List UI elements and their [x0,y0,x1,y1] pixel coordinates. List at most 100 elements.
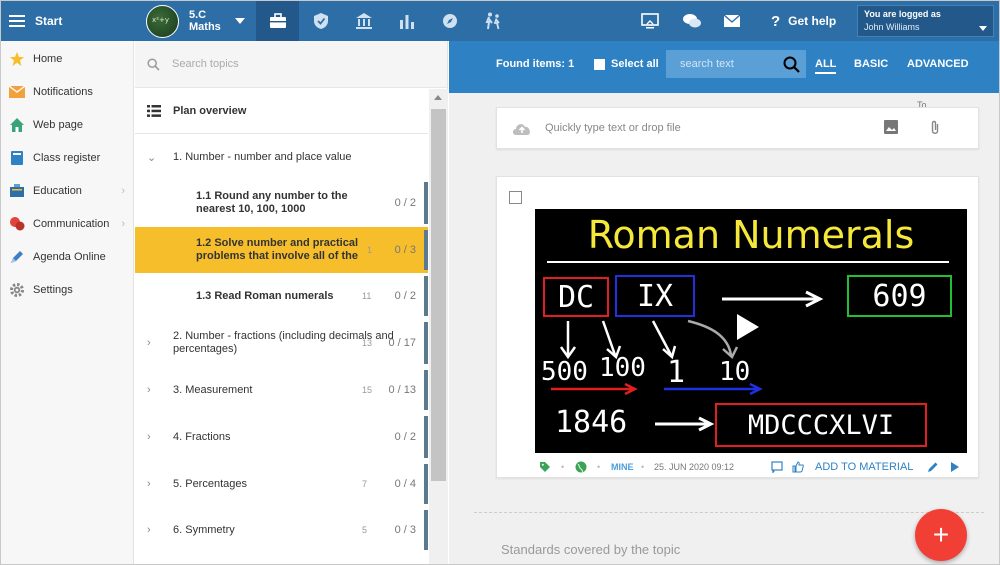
topic-row[interactable]: › 4. Fractions 0 / 2 [135,413,428,461]
nav-item-class-register[interactable]: Class register [1,141,133,174]
star-icon [9,51,25,67]
video-divider [547,261,949,263]
nav-label: Settings [33,283,73,296]
left-nav: Home Notifications Web page Class regist… [1,41,134,564]
search-placeholder: search text [680,58,734,70]
topic-search-input[interactable]: Search topics [135,41,447,88]
chevron-right-icon: › [147,384,151,396]
start-button[interactable]: Start [1,1,136,41]
nav-item-settings[interactable]: Settings [1,273,133,306]
video-title: Roman Numerals [587,213,915,257]
topic-count: 11 [362,291,372,301]
briefcase-tab[interactable] [256,1,299,41]
list-icon [147,104,161,117]
search-icon[interactable] [783,56,800,73]
mail-button[interactable] [723,1,741,41]
shield-tab[interactable] [299,1,342,41]
class-selector[interactable]: x²+y 5.C Maths [146,4,245,38]
nav-label: Home [33,52,63,65]
scroll-up-arrow-icon[interactable] [434,95,442,100]
play-small-icon[interactable] [950,461,960,473]
image-icon[interactable] [884,120,898,134]
start-label: Start [35,14,63,28]
select-all-checkbox[interactable]: Select all [594,58,659,70]
paperclip-icon[interactable] [930,120,940,136]
filter-advanced-tab[interactable]: ADVANCED [907,58,969,70]
messages-button[interactable] [682,1,702,41]
book-icon [9,150,25,166]
scrollbar-thumb[interactable] [431,109,446,481]
students-tab[interactable] [471,1,514,41]
chat-icon [9,216,25,232]
nav-item-communication[interactable]: Communication › [1,207,133,240]
topic-ratio: 0 / 2 [394,290,416,302]
filter-all-tab[interactable]: ALL [815,58,837,74]
subtopic-row-selected[interactable]: 1.2 Solve number and practical problems … [135,227,428,273]
topic-row[interactable]: › 5. Percentages 7 0 / 4 [135,461,428,507]
class-name-line2: Maths [189,21,221,33]
chevron-right-icon: › [147,431,151,443]
material-search-input[interactable]: search text [666,50,806,78]
topic-title: 6. Symmetry [173,523,235,536]
roman-box-ix: IX [615,275,695,317]
play-icon[interactable] [737,314,759,340]
topic-progress-bar [424,510,428,550]
separator-dot: • [561,462,565,472]
compass-tab[interactable] [428,1,471,41]
thumbs-up-icon[interactable] [792,461,804,473]
separator-dot: • [641,462,645,472]
topic-title: 1.3 Read Roman numerals [196,289,334,302]
nav-label: Class register [33,151,101,164]
plan-overview-button[interactable]: Plan overview [135,88,428,134]
nav-item-education[interactable]: Education › [1,174,133,207]
topic-row[interactable]: › 6. Symmetry 5 0 / 3 [135,507,428,553]
present-button[interactable] [641,1,659,41]
roman-box-dc: DC [543,277,609,317]
cast-screen-icon [641,13,659,29]
add-to-material-button[interactable]: ADD TO MATERIAL [815,461,913,473]
subtopic-row[interactable]: 1.1 Round any number to the nearest 10, … [135,179,428,227]
globe-icon[interactable] [575,461,587,473]
edit-pencil-icon[interactable] [927,461,939,473]
video-player[interactable]: Roman Numerals DC IX 609 500 100 1 10 18… [535,209,967,453]
nav-item-agenda-online[interactable]: Agenda Online [1,240,133,273]
question-icon: ? [771,12,781,30]
nav-label: Agenda Online [33,250,106,263]
subtopic-row[interactable]: 1.3 Read Roman numerals 11 0 / 2 [135,273,428,319]
add-fab-button[interactable]: + [915,509,967,561]
cast-icon[interactable] [771,461,783,473]
user-menu[interactable]: You are logged as John Williams [857,5,994,37]
select-all-label: Select all [611,58,659,70]
institution-tab[interactable] [342,1,385,41]
help-button[interactable]: ? Get help [771,1,836,41]
nav-item-notifications[interactable]: Notifications [1,75,133,108]
topic-row[interactable]: › 2. Number - fractions (including decim… [135,319,428,367]
nav-item-web-page[interactable]: Web page [1,108,133,141]
shield-icon [313,13,328,29]
tag-icon[interactable] [539,461,551,473]
material-checkbox[interactable] [509,191,522,204]
topic-count: 1 [367,245,373,255]
standards-heading: Standards covered by the topic [501,542,681,557]
statistics-tab[interactable] [385,1,428,41]
class-name: 5.C Maths [189,9,221,33]
topic-ratio: 0 / 13 [388,384,416,396]
topic-progress-bar [424,322,428,364]
owner-label: MINE [611,462,634,472]
nav-item-home[interactable]: Home [1,42,133,75]
topic-title: 5. Percentages [173,477,247,490]
gear-icon [9,282,25,298]
bank-icon [355,13,372,29]
value-100: 100 [599,353,646,383]
topic-row[interactable]: ⌄ 1. Number - number and place value [135,135,428,179]
topics-scrollbar[interactable] [429,89,448,564]
topic-ratio: 0 / 2 [394,197,416,209]
filter-basic-tab[interactable]: BASIC [854,58,888,70]
nav-label: Notifications [33,85,93,98]
topic-progress-bar [424,370,428,410]
topic-title: 1.1 Round any number to the nearest 10, … [196,190,348,215]
topic-row[interactable]: › 3. Measurement 15 0 / 13 [135,367,428,413]
topic-title: 1. Number - number and place value [173,150,352,163]
topic-count: 13 [362,338,373,348]
quick-add-input[interactable]: Quickly type text or drop file [496,107,979,149]
